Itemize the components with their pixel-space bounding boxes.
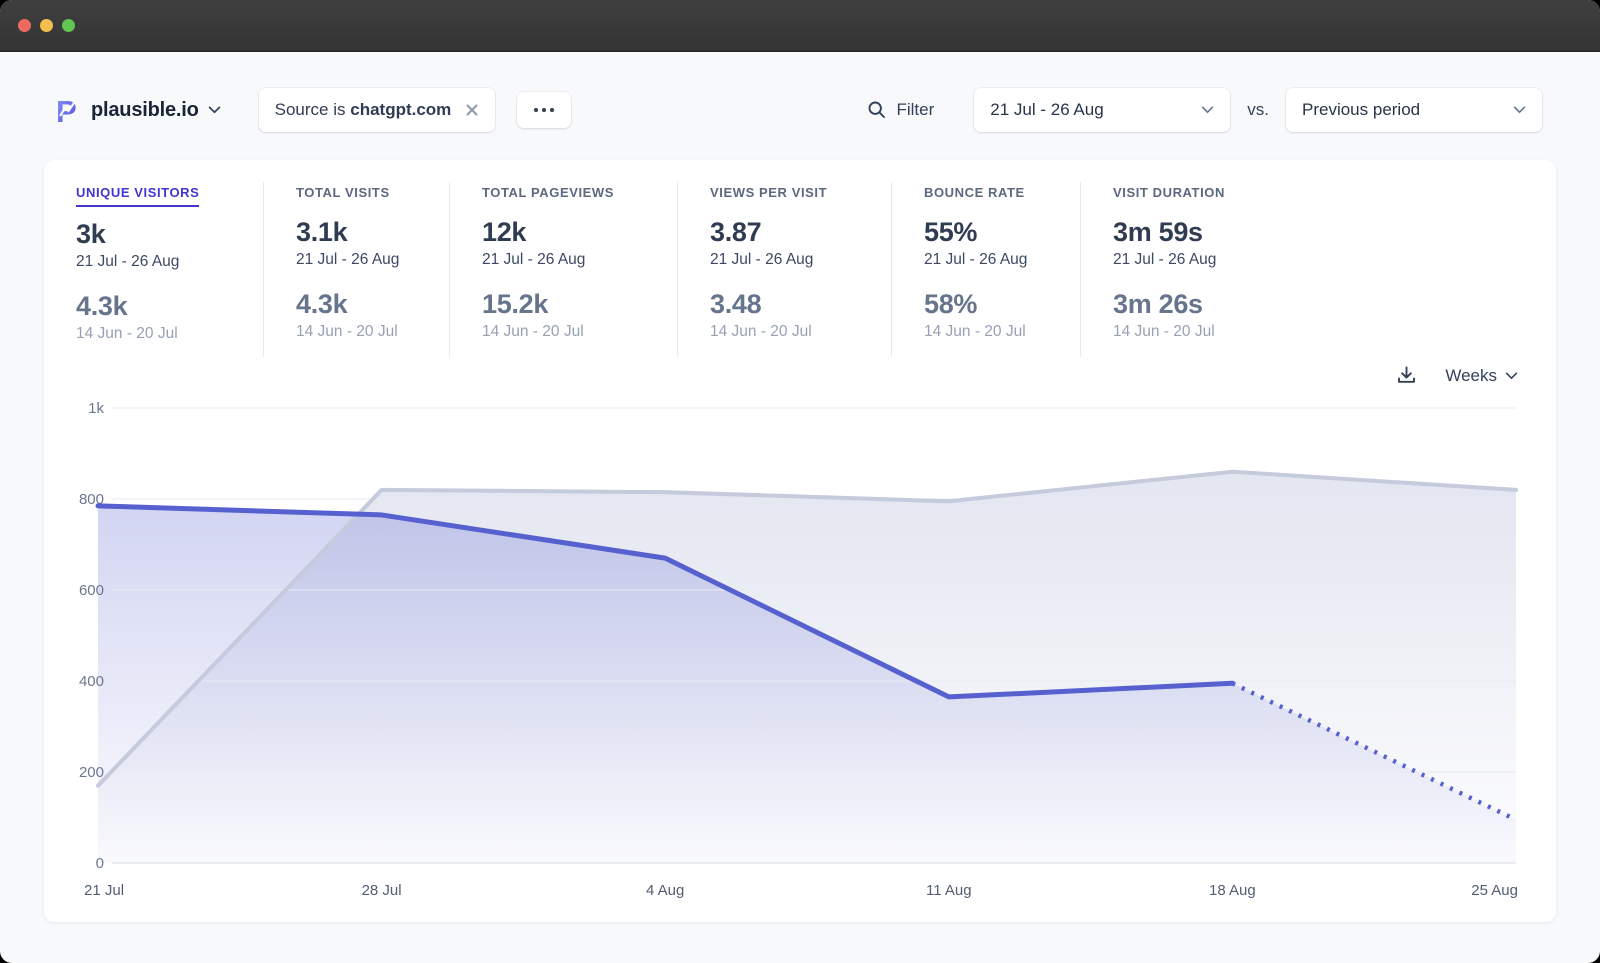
metric-previous-period: 14 Jun - 20 Jul [710, 323, 891, 341]
x-axis-tick: 28 Jul [362, 882, 402, 899]
metric-previous-period: 14 Jun - 20 Jul [1113, 323, 1524, 341]
interval-dropdown[interactable]: Weeks [1445, 366, 1518, 386]
metric-label[interactable]: UNIQUE VISITORS [76, 185, 199, 207]
metric-previous-period: 14 Jun - 20 Jul [924, 323, 1080, 341]
metric-current-period: 21 Jul - 26 Aug [76, 253, 263, 271]
site-switcher[interactable]: P plausible.io [56, 95, 221, 125]
metric-total-pageviews[interactable]: TOTAL PAGEVIEWS 12k 21 Jul - 26 Aug 15.2… [450, 182, 678, 357]
metric-current-value: 12k [482, 217, 677, 248]
metric-bounce-rate[interactable]: BOUNCE RATE 55% 21 Jul - 26 Aug 58% 14 J… [892, 182, 1081, 357]
filter-button-label: Filter [896, 100, 934, 120]
dashboard-header: P plausible.io Source is chatgpt.com [0, 52, 1600, 160]
metric-previous-period: 14 Jun - 20 Jul [482, 323, 677, 341]
visitors-chart[interactable]: 02004006008001k21 Jul28 Jul4 Aug11 Aug18… [76, 388, 1524, 908]
metric-previous-value: 3.48 [710, 289, 891, 320]
ellipsis-icon [533, 107, 555, 113]
y-axis-tick: 200 [79, 764, 104, 781]
plausible-logo-icon: P [56, 95, 82, 125]
y-axis-tick: 600 [79, 582, 104, 599]
metric-current-period: 21 Jul - 26 Aug [924, 251, 1080, 269]
minimize-window-button[interactable] [40, 19, 53, 32]
chevron-down-icon [1513, 106, 1526, 114]
metric-current-value: 3m 59s [1113, 217, 1524, 248]
interval-value: Weeks [1445, 366, 1497, 386]
more-filters-button[interactable] [517, 92, 571, 128]
app-window: P plausible.io Source is chatgpt.com [0, 0, 1600, 963]
x-axis-tick: 25 Aug [1471, 882, 1518, 899]
metric-previous-period: 14 Jun - 20 Jul [76, 325, 263, 343]
site-name: plausible.io [91, 99, 199, 122]
x-axis-tick: 4 Aug [646, 882, 684, 899]
metric-previous-value: 3m 26s [1113, 289, 1524, 320]
metric-label[interactable]: TOTAL VISITS [296, 185, 390, 205]
metric-current-period: 21 Jul - 26 Aug [296, 251, 449, 269]
metric-previous-value: 58% [924, 289, 1080, 320]
close-window-button[interactable] [18, 19, 31, 32]
comparison-dropdown[interactable]: Previous period [1286, 88, 1542, 132]
chevron-down-icon [1201, 106, 1214, 114]
metric-previous-period: 14 Jun - 20 Jul [296, 323, 449, 341]
x-axis-tick: 11 Aug [926, 882, 972, 899]
window-titlebar [0, 0, 1600, 52]
metric-label[interactable]: VISIT DURATION [1113, 185, 1225, 205]
metric-visit-duration[interactable]: VISIT DURATION 3m 59s 21 Jul - 26 Aug 3m… [1081, 182, 1524, 357]
metric-total-visits[interactable]: TOTAL VISITS 3.1k 21 Jul - 26 Aug 4.3k 1… [264, 182, 450, 357]
date-range-dropdown[interactable]: 21 Jul - 26 Aug [974, 88, 1230, 132]
metric-label[interactable]: TOTAL PAGEVIEWS [482, 185, 614, 205]
x-axis-tick: 18 Aug [1209, 882, 1256, 899]
filter-button[interactable]: Filter [867, 100, 934, 120]
y-axis-tick: 1k [88, 400, 104, 417]
export-button[interactable] [1396, 365, 1417, 386]
x-axis-tick: 21 Jul [84, 882, 124, 899]
remove-filter-button[interactable] [465, 103, 479, 117]
download-icon [1396, 365, 1417, 386]
metrics-row: UNIQUE VISITORS 3k 21 Jul - 26 Aug 4.3k … [76, 182, 1524, 357]
zoom-window-button[interactable] [62, 19, 75, 32]
metric-previous-value: 4.3k [76, 291, 263, 322]
metric-current-period: 21 Jul - 26 Aug [710, 251, 891, 269]
y-axis-tick: 400 [79, 673, 104, 690]
filter-chip-source[interactable]: Source is chatgpt.com [259, 88, 496, 132]
metric-label[interactable]: VIEWS PER VISIT [710, 185, 827, 205]
search-icon [867, 100, 887, 120]
metric-unique-visitors[interactable]: UNIQUE VISITORS 3k 21 Jul - 26 Aug 4.3k … [76, 182, 264, 357]
close-icon [465, 103, 479, 117]
analytics-card: UNIQUE VISITORS 3k 21 Jul - 26 Aug 4.3k … [44, 160, 1556, 922]
chevron-down-icon [208, 106, 221, 114]
y-axis-tick: 0 [96, 855, 104, 872]
metric-label[interactable]: BOUNCE RATE [924, 185, 1025, 205]
vs-label: vs. [1247, 100, 1269, 120]
metric-previous-value: 15.2k [482, 289, 677, 320]
traffic-lights [18, 19, 75, 32]
chevron-down-icon [1505, 372, 1518, 380]
metric-current-value: 55% [924, 217, 1080, 248]
comparison-value: Previous period [1302, 100, 1420, 120]
chart-controls: Weeks [76, 365, 1518, 386]
metric-current-value: 3.1k [296, 217, 449, 248]
metric-views-per-visit[interactable]: VIEWS PER VISIT 3.87 21 Jul - 26 Aug 3.4… [678, 182, 892, 357]
metric-previous-value: 4.3k [296, 289, 449, 320]
metric-current-value: 3k [76, 219, 263, 250]
metric-current-period: 21 Jul - 26 Aug [1113, 251, 1524, 269]
filter-chip-text: Source is chatgpt.com [275, 100, 452, 120]
metric-current-value: 3.87 [710, 217, 891, 248]
date-range-value: 21 Jul - 26 Aug [990, 100, 1103, 120]
metric-current-period: 21 Jul - 26 Aug [482, 251, 677, 269]
